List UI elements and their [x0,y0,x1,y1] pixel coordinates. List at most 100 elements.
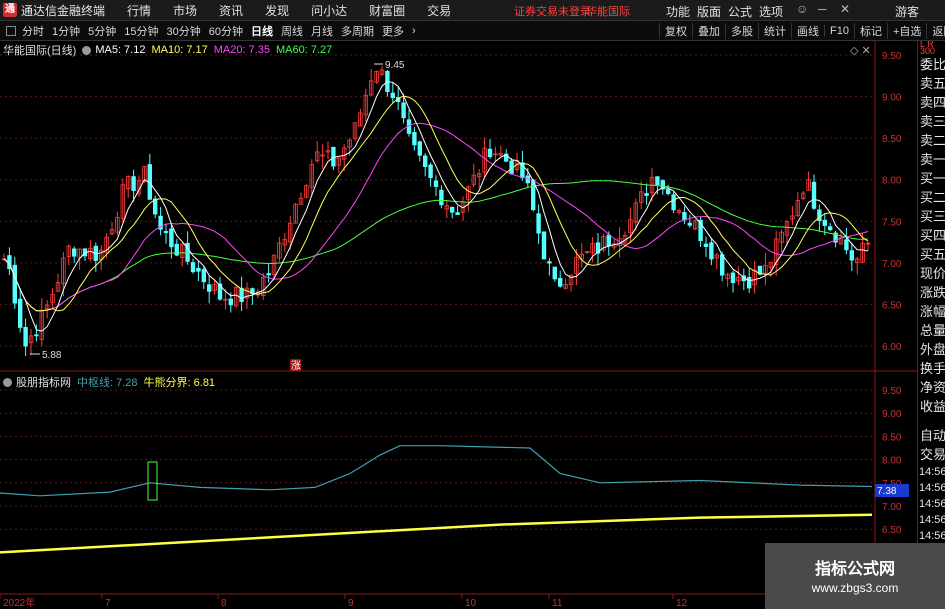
period-1min[interactable]: 1分钟 [52,23,80,39]
candle-body [72,248,77,257]
main-y-axis: 9.50 9.00 8.50 8.00 7.50 7.00 6.50 6.00 [882,51,902,353]
period-weekly[interactable]: 周线 [281,23,303,39]
quote-field-label: 卖五 [920,76,945,91]
kline-chart[interactable]: 9.45 5.88 涨 9.50 9.00 8.50 8.00 7.50 7.00 6.50… [0,41,917,609]
menu-zixun[interactable]: 资讯 [219,2,243,19]
candle-body [152,198,158,215]
chevron-right-icon[interactable]: › [412,25,416,37]
candle-body [417,141,422,156]
quote-field-label: 委比 [920,57,945,72]
quote-field-label: 卖二 [920,133,945,148]
ma10-label: MA10: 7.17 [151,44,208,56]
indicator-name[interactable]: 股朋指标网 [16,374,71,390]
candle-body [644,193,649,196]
candle-body [190,262,196,273]
candle-body [131,176,136,191]
multi-stock-button[interactable]: 多股 [725,23,758,39]
quote-field-label: 卖三 [920,114,945,129]
candle-body [703,243,709,247]
menubar: 通 通达信金融终端 行情 市场 资讯 发现 问小达 财富圈 交易 证券交易未登录… [0,0,945,21]
x-tick-label: 9 [348,598,354,609]
symbol-label[interactable]: 华能国际(日线) [3,42,76,58]
mark-button[interactable]: 标记 [853,23,887,39]
chart-settings-icon[interactable]: ◇ ✕ [850,44,871,57]
period-15min[interactable]: 15分钟 [124,23,158,39]
candle-body [17,298,23,328]
fuquan-button[interactable]: 复权 [659,23,692,39]
draw-line-button[interactable]: 画线 [791,23,824,39]
ma5-line [3,81,869,332]
period-60min[interactable]: 60分钟 [209,23,243,39]
y-tick-label: 6.00 [882,342,902,353]
candle-body [390,92,395,99]
quote-field-label: 买二 [920,190,945,205]
y-tick-label: 7.00 [882,259,902,270]
period-more[interactable]: 更多 [382,23,404,39]
layout-toggle-icon[interactable] [6,25,16,36]
candle-body [747,276,752,289]
candle-body [439,189,444,206]
period-monthly[interactable]: 月线 [311,23,333,39]
menu-gongshi[interactable]: 公式 [728,3,752,20]
watermark-url: www.zbgs3.com [811,581,899,595]
add-watchlist-button[interactable]: +自选 [886,23,926,39]
sub-chart-header: 股朋指标网 中枢线: 7.28 牛熊分界: 6.81 [3,374,221,390]
app-logo-icon: 通 [3,3,17,17]
limit-up-text: 涨 [291,360,301,372]
y-tick-label: 9.00 [882,93,902,104]
period-fenshi[interactable]: 分时 [22,23,44,39]
menu-caifuquan[interactable]: 财富圈 [369,2,405,19]
user-icon[interactable]: ☺ [796,2,808,16]
candle-body [606,234,611,247]
quote-field-label: 涨跌 [920,285,945,300]
menu-jiaoyi[interactable]: 交易 [427,2,451,19]
quote-field-label: 换手 [920,361,945,376]
candle-body [196,267,201,272]
candle-body [536,213,541,234]
minimize-icon[interactable]: ─ [818,2,827,16]
period-daily[interactable]: 日线 [251,23,273,39]
period-5min[interactable]: 5分钟 [88,23,116,39]
back-button[interactable]: 返回 [926,23,945,39]
period-30min[interactable]: 30分钟 [167,23,201,39]
candle-body [811,181,817,209]
menu-banmian[interactable]: 版面 [697,3,721,20]
candle-body [449,206,455,213]
close-icon[interactable]: ✕ [840,2,850,16]
x-tick-label: 12 [676,598,688,609]
login-notice[interactable]: 证券交易未登录 [514,3,591,19]
menu-wenxiaoda[interactable]: 问小达 [311,2,347,19]
period-multi[interactable]: 多周期 [341,23,374,39]
high-label: 9.45 [385,60,405,71]
sub-y-tick-label: 8.50 [882,432,902,443]
ma5-label: MA5: 7.12 [95,44,146,56]
quote-field-label: 买四 [920,228,945,243]
candle-body [428,164,433,178]
y-tick-label: 9.50 [882,51,902,62]
guest-label[interactable]: 游客 [895,3,919,20]
ma20-label: MA20: 7.35 [213,44,270,56]
menu-hangqing[interactable]: 行情 [127,2,151,19]
candle-body [12,264,17,304]
settings-dot-icon[interactable] [82,45,92,55]
trade-time: 14:56 [919,498,945,510]
x-tick-label: 2022年 [3,596,35,609]
auto-trade-label[interactable]: 自动 [918,426,945,445]
stats-button[interactable]: 统计 [758,23,791,39]
menu-faxian[interactable]: 发现 [265,2,289,19]
x-axis: 2022年 7 8 9 10 11 12 [0,594,688,609]
candle-body [23,326,28,347]
f10-button[interactable]: F10 [824,25,854,37]
candle-body [239,287,244,302]
overlay-button[interactable]: 叠加 [692,23,725,39]
candle-body [34,334,39,337]
quote-field-label: 现价 [920,266,945,281]
main-chart-header: 华能国际(日线) MA5: 7.12 MA10: 7.17 MA20: 7.35… [3,42,338,58]
menu-xuanxiang[interactable]: 选项 [759,3,783,20]
menu-shichang[interactable]: 市场 [173,2,197,19]
auto-trade-label[interactable]: 交易 [918,445,945,464]
menu-gongneng[interactable]: 功能 [666,3,690,20]
quote-field-label: 净资 [920,380,945,395]
sub-settings-dot-icon[interactable] [3,377,12,387]
bull-bear-label: 牛熊分界: 6.81 [143,377,216,389]
